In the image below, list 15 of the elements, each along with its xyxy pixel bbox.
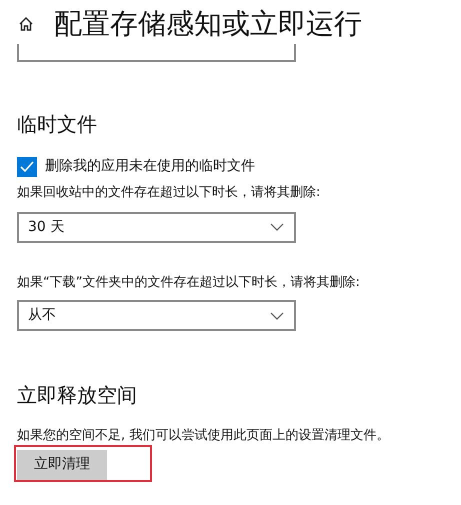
field-label: 如果“下载”文件夹中的文件存在超过以下时长，请将其删除: <box>17 274 361 292</box>
field-label: 如果回收站中的文件存在超过以下时长，请将其删除: <box>17 184 322 202</box>
home-icon[interactable] <box>18 16 34 32</box>
checkbox[interactable] <box>17 156 37 176</box>
chevron-down-icon <box>270 312 284 320</box>
dropdown[interactable]: 从不 <box>17 300 296 331</box>
page-title: 配置存储感知或立即运行 <box>54 10 362 38</box>
dropdown[interactable]: 30 天 <box>17 212 296 242</box>
chevron-down-icon <box>270 223 284 231</box>
check-icon <box>20 160 34 172</box>
checkbox-label: 删除我的应用未在使用的临时文件 <box>45 157 255 176</box>
clean-now-button[interactable]: 立即清理 <box>17 450 107 480</box>
section-heading: 立即释放空间 <box>17 383 138 408</box>
description: 如果您的空间不足, 我们可以尝试使用此页面上的设置清理文件。 <box>17 427 390 445</box>
section-heading: 临时文件 <box>17 112 98 137</box>
